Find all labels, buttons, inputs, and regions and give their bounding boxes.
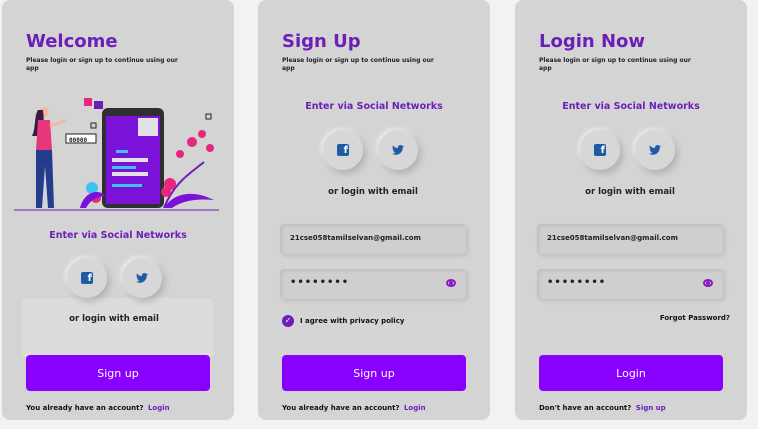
lower-card <box>22 298 214 358</box>
password-field[interactable]: •••••••• <box>280 269 466 299</box>
enter-via-social: Enter via Social Networks <box>49 230 187 241</box>
signup-button[interactable]: Sign up <box>26 355 210 391</box>
facebook-button[interactable]: f <box>67 258 107 298</box>
password-value: •••••••• <box>290 277 350 288</box>
or-login-email: or login with email <box>585 187 675 197</box>
account-text: Don't have an account? <box>539 404 632 412</box>
subtitle: Please login or sign up to continue usin… <box>282 57 434 72</box>
facebook-icon: f <box>337 144 349 156</box>
facebook-button[interactable]: f <box>580 130 620 170</box>
enter-via-social: Enter via Social Networks <box>305 101 443 112</box>
account-prompt: You already have an account? Login <box>282 404 426 412</box>
login-link[interactable]: Login <box>404 404 426 412</box>
agree-privacy-label: I agree with privacy policy <box>300 317 405 325</box>
page-title: Sign Up <box>282 31 361 52</box>
email-value: 21cse058tamilselvan@gmail.com <box>547 234 678 242</box>
enter-via-social: Enter via Social Networks <box>562 101 700 112</box>
facebook-icon: f <box>594 144 606 156</box>
subtitle: Please login or sign up to continue usin… <box>26 57 178 72</box>
twitter-icon <box>136 273 148 283</box>
signup-panel: Sign Up Please login or sign up to conti… <box>258 0 490 420</box>
signup-button[interactable]: Sign up <box>282 355 466 391</box>
twitter-button[interactable] <box>122 258 162 298</box>
twitter-icon <box>649 145 661 155</box>
twitter-button[interactable] <box>378 130 418 170</box>
facebook-icon: f <box>81 272 93 284</box>
account-text: You already have an account? <box>26 404 144 412</box>
password-value: •••••••• <box>547 277 607 288</box>
email-field[interactable]: 21cse058tamilselvan@gmail.com <box>537 224 723 254</box>
checkbox-checked-icon[interactable]: ✓ <box>282 315 294 327</box>
or-login-email: or login with email <box>69 314 159 324</box>
subtitle: Please login or sign up to continue usin… <box>539 57 691 72</box>
forgot-password-link[interactable]: Forgot Password? <box>660 314 730 322</box>
login-link[interactable]: Login <box>148 404 170 412</box>
page-title: Login Now <box>539 31 646 52</box>
or-login-email: or login with email <box>328 187 418 197</box>
twitter-button[interactable] <box>635 130 675 170</box>
account-text: You already have an account? <box>282 404 400 412</box>
account-prompt: Don't have an account? Sign up <box>539 404 666 412</box>
eye-icon[interactable] <box>446 279 456 287</box>
password-strip-text: 00000 <box>69 137 87 144</box>
twitter-icon <box>392 145 404 155</box>
email-field[interactable]: 21cse058tamilselvan@gmail.com <box>280 224 466 254</box>
eye-icon[interactable] <box>703 279 713 287</box>
page-title: Welcome <box>26 31 118 52</box>
signup-link[interactable]: Sign up <box>636 404 666 412</box>
login-button[interactable]: Login <box>539 355 723 391</box>
password-field[interactable]: •••••••• <box>537 269 723 299</box>
login-panel: Login Now Please login or sign up to con… <box>515 0 747 420</box>
welcome-panel: Welcome Please login or sign up to conti… <box>2 0 234 420</box>
welcome-illustration: 00000 <box>14 98 219 211</box>
facebook-button[interactable]: f <box>323 130 363 170</box>
email-value: 21cse058tamilselvan@gmail.com <box>290 234 421 242</box>
account-prompt: You already have an account? Login <box>26 404 170 412</box>
